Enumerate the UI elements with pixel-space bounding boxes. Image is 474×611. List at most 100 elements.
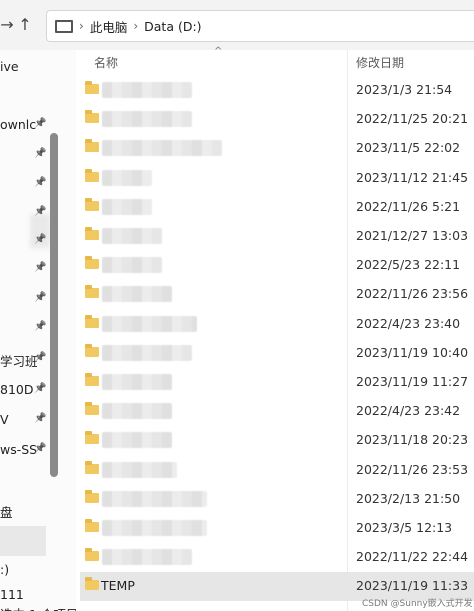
sidebar-item[interactable]: 选中 1 个项目 [0,600,76,611]
sidebar-item[interactable]: :) [0,558,76,582]
file-row[interactable]: 2022/5/23 22:11 [80,251,474,280]
sidebar-item[interactable]: 📌 [0,316,76,340]
breadcrumb-drive-d[interactable]: Data (D:) [144,19,201,34]
file-row[interactable]: 2022/11/22 22:44 [80,543,474,572]
blurred-file-name [102,82,192,98]
modified-date: 2022/11/22 22:44 [356,549,469,564]
pin-icon[interactable]: 📌 [34,206,46,217]
sidebar-item-label: ws-SS [0,442,38,457]
chevron-right-icon: › [79,19,84,33]
file-row[interactable]: 2022/11/26 23:53 [80,456,474,485]
modified-date: 2022/11/26 23:53 [356,462,469,477]
modified-date: 2022/11/25 20:21 [356,111,469,126]
sidebar-item[interactable]: 📌 [0,172,76,196]
blurred-file-name [102,462,177,478]
up-arrow-icon[interactable]: ↑ [14,13,36,35]
folder-icon [85,169,99,182]
sidebar-item-label: 盘 [0,505,13,520]
pin-icon[interactable]: 📌 [34,383,46,394]
sidebar-item[interactable]: 📌 [0,143,76,167]
folder-icon [85,402,99,415]
file-row[interactable]: 2023/11/18 20:23 [80,426,474,455]
modified-date: 2023/2/13 21:50 [356,491,461,506]
blurred-file-name [102,228,162,244]
column-name-header[interactable]: 名称 [94,54,118,71]
sidebar-item-label: V [0,412,9,427]
sidebar-item-label: ive [0,59,19,74]
blurred-file-name [102,403,172,419]
pin-icon[interactable]: 📌 [34,234,46,245]
modified-date: 2023/11/19 10:40 [356,345,469,360]
file-row[interactable]: 2023/11/5 22:02 [80,134,474,163]
sidebar-item[interactable]: ownlc 📌 [0,113,76,137]
modified-date: 2023/1/3 21:54 [356,82,453,97]
folder-icon [85,548,99,561]
sidebar-item-label: :) [0,562,10,577]
pin-icon[interactable]: 📌 [34,177,46,188]
file-row[interactable]: 2023/11/19 10:40 [80,339,474,368]
file-row[interactable]: 2022/11/25 20:21 [80,105,474,134]
blurred-file-name [102,199,152,215]
pin-icon[interactable]: 📌 [34,118,46,129]
navigation-pane: iveownlc📌📌📌📌📌📌📌📌学习班📌810D📌V📌ws-SS📌盘:)111选… [0,50,76,611]
file-row[interactable]: 2023/11/19 11:27 [80,368,474,397]
column-header: ^ 名称 修改日期 [76,46,474,76]
sidebar-item-label: 选中 1 个项目 [0,604,76,611]
sidebar-item[interactable]: 📌 [0,257,76,281]
modified-date: 2023/3/5 12:13 [356,520,453,535]
sidebar-item[interactable]: 📌 [0,201,76,225]
sidebar-item[interactable]: 📌 [0,287,76,311]
modified-date: 2022/11/26 5:21 [356,199,461,214]
file-name: TEMP [101,578,135,593]
pin-icon[interactable]: 📌 [34,292,46,303]
sidebar-item[interactable]: ive [0,55,76,79]
blurred-file-name [102,170,152,186]
address-bar[interactable]: › 此电脑 › Data (D:) [46,10,474,42]
modified-date: 2022/11/26 23:56 [356,286,469,301]
sidebar-item[interactable]: ws-SS 📌 [0,438,76,462]
file-row[interactable]: 2022/4/23 23:42 [80,397,474,426]
file-row[interactable]: 2022/4/23 23:40 [80,310,474,339]
blurred-file-name [102,491,207,507]
sidebar-item-label: 学习班 [0,354,38,369]
folder-icon [85,285,99,298]
pin-icon[interactable]: 📌 [34,321,46,332]
sidebar-item[interactable]: 📌 [0,229,76,253]
column-date-header[interactable]: 修改日期 [356,54,404,71]
pin-icon[interactable]: 📌 [34,413,46,424]
modified-date: 2023/11/5 22:02 [356,140,461,155]
blurred-file-name [102,286,172,302]
sidebar-selected-item[interactable] [0,526,46,556]
file-row[interactable]: 2021/12/27 13:03 [80,222,474,251]
blurred-file-name [102,111,192,127]
modified-date: 2022/4/23 23:42 [356,403,461,418]
sidebar-item[interactable]: 学习班 📌 [0,347,76,371]
folder-icon [85,577,99,590]
breadcrumb-this-pc[interactable]: 此电脑 [90,17,128,36]
pin-icon[interactable]: 📌 [34,148,46,159]
file-row[interactable]: 2023/11/12 21:45 [80,164,474,193]
pin-icon[interactable]: 📌 [34,352,46,363]
sidebar-item[interactable]: V 📌 [0,408,76,432]
folder-icon [85,373,99,386]
this-pc-icon [55,19,73,33]
watermark: CSDN @Sunny嵌入式开发 [362,599,473,609]
sidebar-item[interactable]: 810D 📌 [0,378,76,402]
blurred-file-name [102,432,172,448]
modified-date: 2023/11/18 20:23 [356,432,469,447]
pin-icon[interactable]: 📌 [34,262,46,273]
blurred-file-name [102,549,192,565]
file-row[interactable]: 2023/3/5 12:13 [80,514,474,543]
folder-icon [85,139,99,152]
blurred-file-name [102,140,222,156]
folder-icon [85,490,99,503]
file-row[interactable]: 2022/11/26 5:21 [80,193,474,222]
sidebar-item[interactable]: 盘 [0,498,76,522]
sort-up-icon: ^ [214,46,223,57]
file-row[interactable]: 2023/1/3 21:54 [80,76,474,105]
folder-icon [85,81,99,94]
pin-icon[interactable]: 📌 [34,443,46,454]
folder-icon [85,519,99,532]
file-row[interactable]: 2023/2/13 21:50 [80,485,474,514]
file-row[interactable]: 2022/11/26 23:56 [80,280,474,309]
